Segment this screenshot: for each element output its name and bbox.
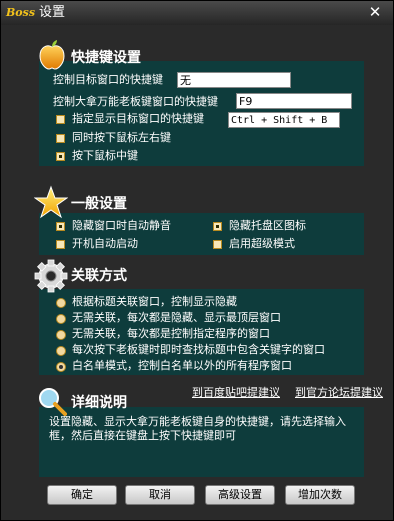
assoc-option-label-2: 无需关联，每次都是隐藏、显示最顶层窗口 bbox=[72, 311, 281, 324]
settings-window: Boss 设置 ✕ 快捷键设置 控制目标窗口的快捷键 无 控制大拿万能老板键窗口… bbox=[0, 0, 394, 521]
cancel-button[interactable]: 取消 bbox=[125, 485, 195, 505]
general-section-title: 一般设置 bbox=[71, 196, 127, 212]
hotkey-target-input[interactable]: 无 bbox=[177, 72, 291, 88]
assoc-option-label-3: 无需关联，每次都是控制指定程序的窗口 bbox=[72, 327, 270, 340]
auto-start-checkbox[interactable] bbox=[56, 240, 65, 249]
mouse-middle-label: 按下鼠标中键 bbox=[72, 149, 138, 162]
hide-tray-label: 隐藏托盘区图标 bbox=[229, 219, 306, 232]
super-mode-checkbox[interactable] bbox=[213, 240, 222, 249]
assoc-option-label-5: 白名单模式，控制白名单以外的所有程序窗口 bbox=[72, 359, 292, 372]
forum-suggest-link[interactable]: 到官方论坛提建议 bbox=[295, 386, 383, 400]
auto-mute-label: 隐藏窗口时自动静音 bbox=[72, 219, 171, 232]
assoc-option-radio-4[interactable] bbox=[56, 346, 66, 356]
assoc-section-title: 关联方式 bbox=[71, 268, 127, 284]
hotkey-bosskey-label: 控制大拿万能老板键窗口的快捷键 bbox=[53, 95, 218, 108]
hotkey-show-checkbox[interactable] bbox=[56, 115, 65, 124]
assoc-option-radio-5[interactable] bbox=[56, 362, 66, 372]
add-count-button[interactable]: 增加次数 bbox=[285, 485, 355, 505]
gear-icon bbox=[34, 259, 68, 293]
magnifier-icon bbox=[39, 388, 67, 416]
mouse-both-checkbox[interactable] bbox=[56, 134, 65, 143]
ok-button[interactable]: 确定 bbox=[47, 485, 117, 505]
window-title: 设置 bbox=[39, 5, 66, 20]
apple-icon bbox=[39, 40, 65, 70]
detail-section-title: 详细说明 bbox=[71, 395, 127, 411]
title-bar: Boss 设置 ✕ bbox=[1, 1, 393, 25]
assoc-option-label-1: 根据标题关联窗口，控制显示隐藏 bbox=[72, 295, 237, 308]
detail-text: 设置隐藏、显示大拿万能老板键自身的快捷键，请先选择输入框，然后直接在键盘上按下快… bbox=[49, 415, 346, 442]
auto-mute-checkbox[interactable] bbox=[56, 222, 65, 231]
hide-tray-checkbox[interactable] bbox=[213, 222, 222, 231]
assoc-option-label-4: 每次按下老板键时即时查找标题中包含关键字的窗口 bbox=[72, 343, 325, 356]
hotkey-bosskey-input[interactable]: F9 bbox=[236, 93, 352, 109]
mouse-middle-checkbox[interactable] bbox=[56, 152, 65, 161]
hotkey-target-label: 控制目标窗口的快捷键 bbox=[53, 73, 163, 86]
hotkey-show-input[interactable]: Ctrl + Shift + B bbox=[228, 112, 340, 128]
baidu-suggest-link[interactable]: 到百度贴吧提建议 bbox=[192, 386, 280, 400]
super-mode-label: 启用超级模式 bbox=[229, 237, 295, 250]
app-logo: Boss bbox=[6, 6, 36, 19]
auto-start-label: 开机自动启动 bbox=[72, 237, 138, 250]
hotkey-section-title: 快捷键设置 bbox=[71, 50, 141, 66]
hotkey-show-label: 指定显示目标窗口的快捷键 bbox=[72, 112, 204, 125]
star-icon bbox=[34, 185, 68, 219]
close-icon[interactable]: ✕ bbox=[365, 3, 385, 21]
assoc-option-radio-3[interactable] bbox=[56, 330, 66, 340]
assoc-option-radio-1[interactable] bbox=[56, 298, 66, 308]
advanced-settings-button[interactable]: 高级设置 bbox=[205, 485, 275, 505]
mouse-both-label: 同时按下鼠标左右键 bbox=[72, 131, 171, 144]
assoc-option-radio-2[interactable] bbox=[56, 314, 66, 324]
